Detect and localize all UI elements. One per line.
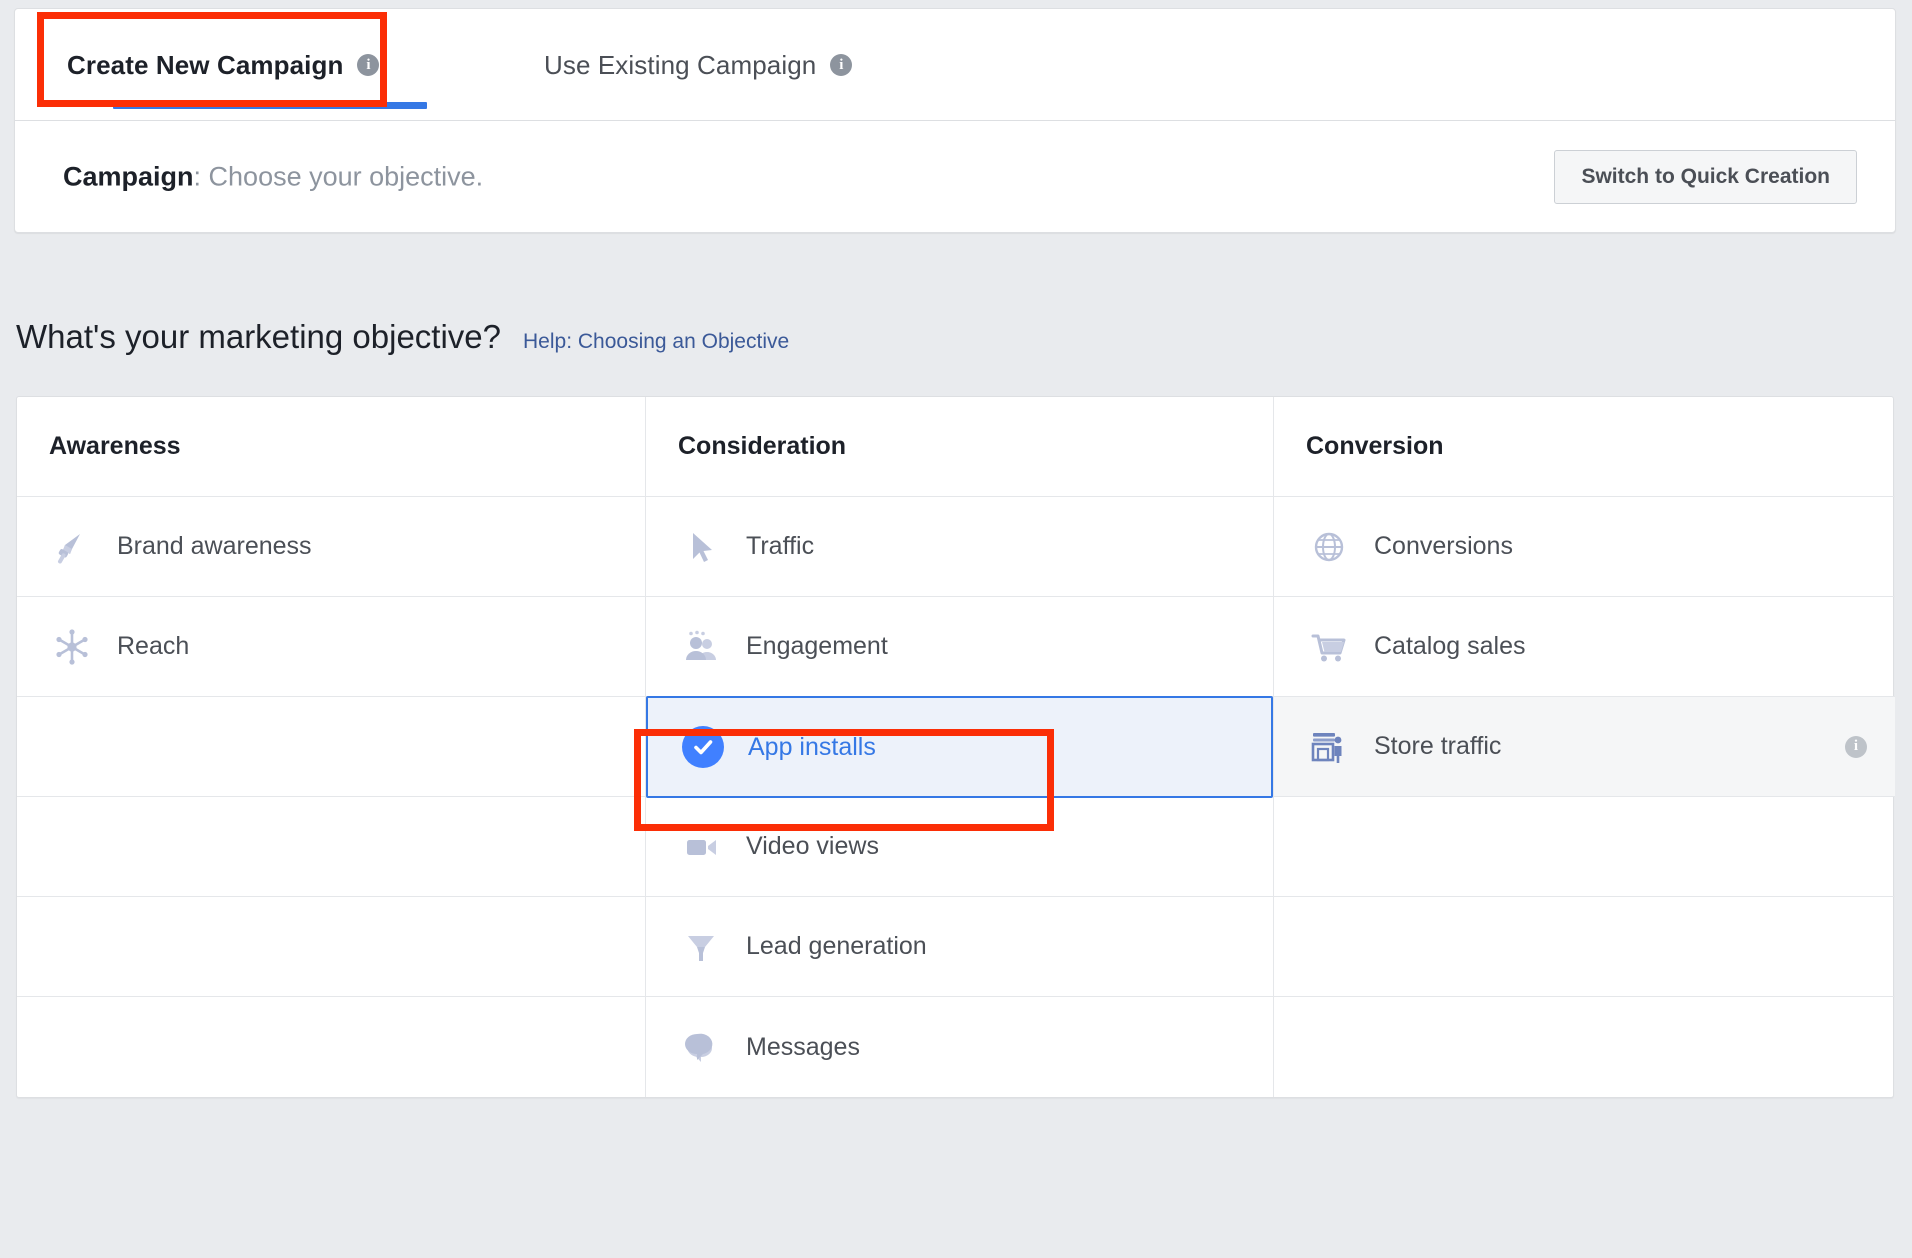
objective-app-installs[interactable]: App installs: [646, 696, 1273, 798]
campaign-subtext: : Choose your objective.: [194, 162, 484, 192]
globe-icon: [1306, 524, 1352, 570]
campaign-mode-tabs: Create New Campaign i Use Existing Campa…: [15, 9, 1895, 121]
shopping-cart-icon: [1306, 624, 1352, 670]
info-icon[interactable]: i: [830, 54, 852, 76]
help-choosing-objective-link[interactable]: Help: Choosing an Objective: [523, 330, 789, 354]
objective-label: Reach: [117, 632, 189, 661]
empty-cell: [1274, 897, 1895, 997]
objective-engagement[interactable]: Engagement: [646, 597, 1273, 697]
funnel-icon: [678, 924, 724, 970]
empty-cell: [1274, 797, 1895, 897]
campaign-creation-card: Create New Campaign i Use Existing Campa…: [14, 8, 1896, 233]
objective-label: Lead generation: [746, 932, 927, 961]
objective-traffic[interactable]: Traffic: [646, 497, 1273, 597]
objective-conversions[interactable]: Conversions: [1274, 497, 1895, 597]
objective-label: Catalog sales: [1374, 632, 1525, 661]
storefront-person-icon: [1306, 724, 1352, 770]
empty-cell: [17, 797, 645, 897]
objective-label: Brand awareness: [117, 532, 312, 561]
info-icon[interactable]: i: [357, 54, 379, 76]
campaign-header-row: Campaign: Choose your objective. Switch …: [15, 121, 1895, 233]
column-header-conversion: Conversion: [1274, 397, 1895, 497]
column-conversion: Conversion Conversions: [1273, 397, 1895, 1097]
tab-create-new-campaign-label: Create New Campaign: [67, 50, 343, 81]
marketing-objective-header: What's your marketing objective? Help: C…: [16, 318, 789, 356]
objective-messages[interactable]: Messages: [646, 997, 1273, 1097]
tab-use-existing-campaign-label: Use Existing Campaign: [544, 50, 816, 81]
empty-cell: [1274, 997, 1895, 1097]
active-tab-underline: [113, 102, 427, 109]
tab-create-new-campaign[interactable]: Create New Campaign i: [63, 9, 383, 121]
objective-store-traffic[interactable]: Store traffic i: [1274, 697, 1895, 797]
cursor-arrow-icon: [678, 524, 724, 570]
tab-use-existing-campaign[interactable]: Use Existing Campaign i: [540, 9, 856, 121]
objective-label: Messages: [746, 1033, 860, 1062]
campaign-objective-page: Create New Campaign i Use Existing Campa…: [0, 0, 1912, 1258]
objective-label: Engagement: [746, 632, 888, 661]
objective-reach[interactable]: Reach: [17, 597, 645, 697]
objective-label: Video views: [746, 832, 879, 861]
empty-cell: [17, 697, 645, 797]
objective-brand-awareness[interactable]: Brand awareness: [17, 497, 645, 597]
reach-hub-icon: [49, 624, 95, 670]
column-consideration: Consideration Traffic: [645, 397, 1273, 1097]
column-awareness: Awareness Brand awareness: [17, 397, 645, 1097]
switch-to-quick-creation-button[interactable]: Switch to Quick Creation: [1554, 150, 1857, 204]
column-header-awareness: Awareness: [17, 397, 645, 497]
megaphone-icon: [49, 524, 95, 570]
page-title: What's your marketing objective?: [16, 318, 501, 356]
chat-bubbles-icon: [678, 1024, 724, 1070]
campaign-objective-heading: Campaign: Choose your objective.: [63, 162, 483, 193]
objective-label: Conversions: [1374, 532, 1513, 561]
column-header-consideration: Consideration: [646, 397, 1273, 497]
people-group-icon: [678, 624, 724, 670]
objective-video-views[interactable]: Video views: [646, 797, 1273, 897]
campaign-label: Campaign: [63, 162, 194, 192]
check-circle-icon: [680, 724, 726, 770]
objective-lead-generation[interactable]: Lead generation: [646, 897, 1273, 997]
objective-label: App installs: [748, 733, 876, 762]
objective-catalog-sales[interactable]: Catalog sales: [1274, 597, 1895, 697]
objective-label: Traffic: [746, 532, 814, 561]
video-camera-icon: [678, 824, 724, 870]
info-icon[interactable]: i: [1845, 736, 1867, 758]
objective-table: Awareness Brand awareness: [16, 396, 1894, 1098]
empty-cell: [17, 897, 645, 997]
empty-cell: [17, 997, 645, 1097]
objective-label: Store traffic: [1374, 732, 1501, 761]
